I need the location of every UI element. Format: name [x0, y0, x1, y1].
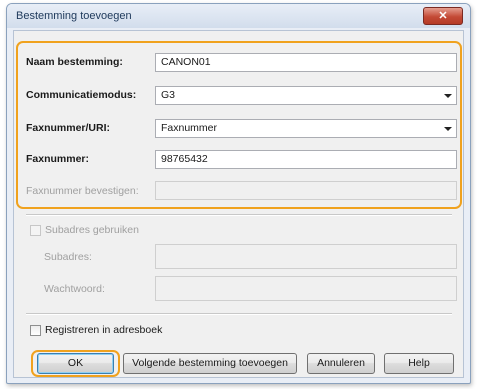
destination-name-label: Naam bestemming:: [26, 56, 123, 68]
fax-number-label: Faxnummer:: [26, 153, 90, 165]
communication-mode-label: Communicatiemodus:: [26, 89, 137, 101]
dialog-title: Bestemming toevoegen: [16, 10, 132, 22]
fax-number-input[interactable]: 98765432: [155, 150, 457, 169]
fax-number-value: 98765432: [161, 153, 208, 165]
password-input[interactable]: [155, 276, 457, 301]
close-button[interactable]: ✕: [423, 7, 463, 25]
register-addressbook-checkbox[interactable]: [30, 325, 41, 336]
communication-mode-select[interactable]: G3: [155, 86, 457, 105]
close-icon: ✕: [438, 10, 448, 22]
fax-uri-select[interactable]: Faxnummer: [155, 119, 457, 138]
separator-1: [26, 214, 452, 216]
fax-uri-label: Faxnummer/URI:: [26, 122, 111, 134]
fax-uri-value: Faxnummer: [161, 122, 218, 134]
destination-name-input[interactable]: CANON01: [155, 53, 457, 72]
communication-mode-value: G3: [161, 89, 176, 101]
chevron-down-icon: [444, 94, 452, 98]
destination-name-value: CANON01: [161, 56, 211, 68]
add-destination-dialog: Bestemming toevoegen ✕ Naam bestemming: …: [6, 3, 471, 384]
confirm-fax-label: Faxnummer bevestigen:: [26, 185, 139, 197]
use-subaddress-label: Subadres gebruiken: [45, 224, 139, 236]
title-bar: Bestemming toevoegen ✕: [7, 4, 470, 28]
chevron-down-icon: [444, 127, 452, 131]
confirm-fax-input[interactable]: [155, 181, 457, 200]
password-label: Wachtwoord:: [44, 283, 105, 295]
ok-button[interactable]: OK: [37, 353, 114, 374]
register-addressbook-label: Registreren in adresboek: [45, 324, 163, 336]
subaddress-input[interactable]: [155, 244, 457, 269]
cancel-button[interactable]: Annuleren: [307, 353, 375, 374]
separator-2: [26, 313, 452, 315]
dialog-body: Naam bestemming: CANON01 Communicatiemod…: [13, 30, 464, 378]
subaddress-label: Subadres:: [44, 251, 92, 263]
add-next-destination-button[interactable]: Volgende bestemming toevoegen: [123, 353, 297, 374]
use-subaddress-checkbox[interactable]: [30, 225, 41, 236]
help-button[interactable]: Help: [384, 353, 454, 374]
